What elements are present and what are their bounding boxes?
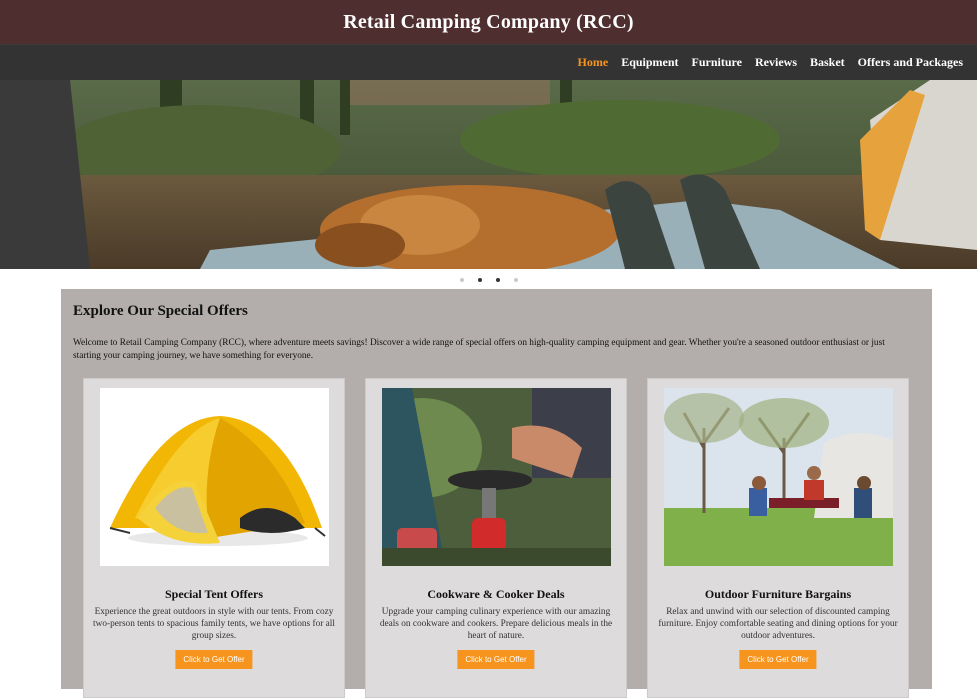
carousel-dot-2[interactable] (477, 277, 482, 282)
offer-card-cookware: Cookware & Cooker Deals Upgrade your cam… (365, 378, 627, 698)
offers-intro: Welcome to Retail Camping Company (RCC),… (73, 338, 885, 361)
get-offer-button[interactable]: Click to Get Offer (739, 650, 817, 669)
tent-image (100, 388, 329, 566)
nav-basket[interactable]: Basket (810, 55, 845, 70)
site-title: Retail Camping Company (RCC) (343, 10, 634, 33)
nav-reviews[interactable]: Reviews (755, 55, 797, 70)
offer-card-furniture: Outdoor Furniture Bargains Relax and unw… (647, 378, 909, 698)
site-header: Retail Camping Company (RCC) (0, 0, 977, 44)
card-title: Special Tent Offers (165, 587, 263, 601)
carousel-dot-1[interactable] (459, 277, 464, 282)
cookware-image (382, 388, 611, 566)
card-description: Upgrade your camping culinary experience… (379, 607, 613, 642)
nav-equipment[interactable]: Equipment (621, 55, 678, 70)
get-offer-button[interactable]: Click to Get Offer (175, 650, 253, 669)
card-description: Experience the great outdoors in style w… (93, 607, 335, 642)
nav-home[interactable]: Home (578, 55, 609, 70)
carousel-indicators (0, 269, 977, 290)
card-description: Relax and unwind with our selection of d… (658, 607, 898, 642)
card-title: Cookware & Cooker Deals (427, 587, 565, 601)
furniture-image (664, 388, 893, 566)
carousel-dot-3[interactable] (495, 277, 500, 282)
card-title: Outdoor Furniture Bargains (704, 587, 852, 601)
offer-card-tents: Special Tent Offers Experience the great… (83, 378, 345, 698)
offers-title: Explore Our Special Offers (73, 303, 248, 319)
hero-carousel-image[interactable] (0, 80, 977, 269)
get-offer-button[interactable]: Click to Get Offer (457, 650, 535, 669)
special-offers-section: Explore Our Special Offers Welcome to Re… (61, 289, 932, 698)
nav-offers-packages[interactable]: Offers and Packages (858, 55, 963, 70)
carousel-dot-4[interactable] (513, 277, 518, 282)
main-nav: Home Equipment Furniture Reviews Basket … (0, 44, 977, 80)
nav-furniture[interactable]: Furniture (692, 55, 742, 70)
